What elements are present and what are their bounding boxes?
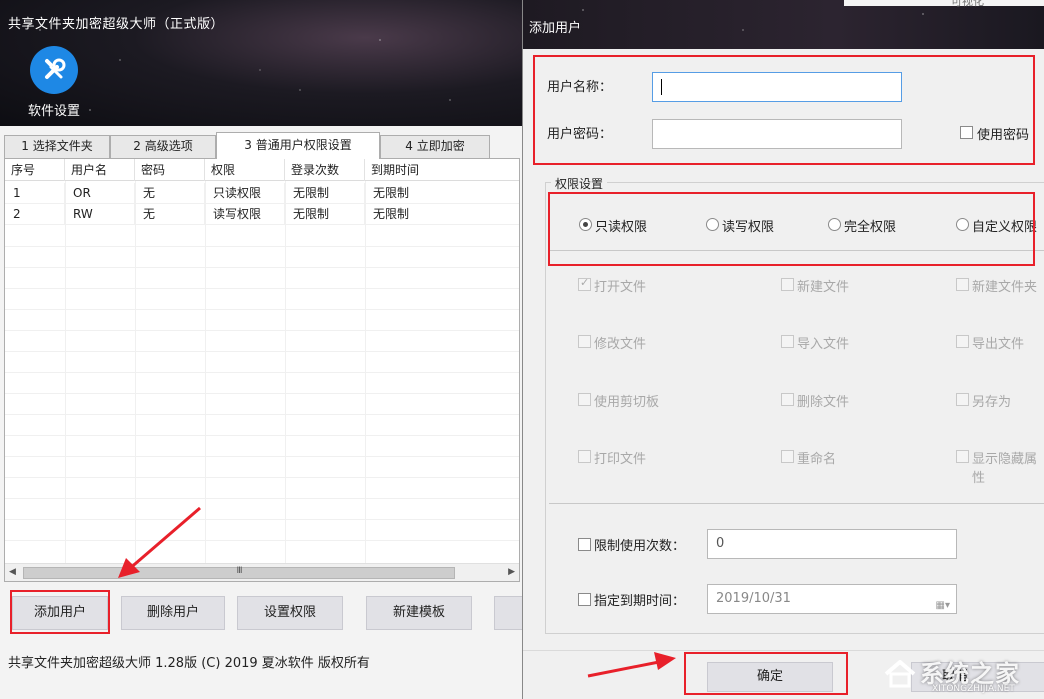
watermark-logo: 系统之家 XITONGZHIJIA.NET — [876, 650, 1044, 699]
watermark-url: XITONGZHIJIA.NET — [932, 684, 1015, 694]
arrow-to-ok-icon — [587, 652, 676, 678]
tab-user-permissions[interactable]: 3 普通用户权限设置 — [216, 132, 380, 159]
annotation-arrows — [118, 506, 676, 678]
arrow-to-add-user-icon — [118, 506, 201, 578]
watermark-house-icon — [884, 660, 916, 688]
